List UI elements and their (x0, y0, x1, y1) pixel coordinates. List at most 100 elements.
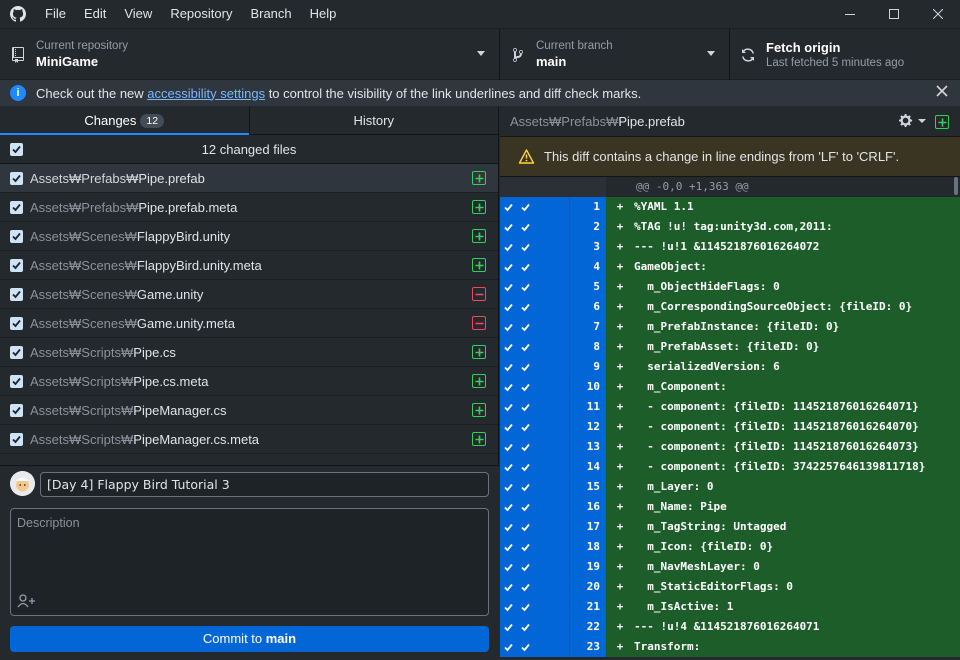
menu-repository[interactable]: Repository (161, 0, 241, 28)
changed-file-row[interactable]: Assets₩Prefabs₩Pipe.prefab (0, 164, 498, 193)
diff-line[interactable]: 9 + serializedVersion: 6 (500, 357, 960, 377)
menu-file[interactable]: File (36, 0, 75, 28)
commit-description-input[interactable]: Description (10, 508, 489, 616)
file-include-checkbox[interactable] (10, 200, 23, 214)
line-include-checkbox[interactable] (516, 257, 569, 277)
diff-line[interactable]: 7 + m_PrefabInstance: {fileID: 0} (500, 317, 960, 337)
line-include-checkbox[interactable] (516, 357, 569, 377)
line-select-toggle[interactable] (500, 217, 516, 237)
line-include-checkbox[interactable] (516, 197, 569, 217)
diff-line[interactable]: 18 + m_Icon: {fileID: 0} (500, 537, 960, 557)
line-include-checkbox[interactable] (516, 517, 569, 537)
minimize-button[interactable] (828, 0, 872, 28)
line-select-toggle[interactable] (500, 237, 516, 257)
commit-summary-input[interactable]: [Day 4] Flappy Bird Tutorial 3 (40, 472, 489, 497)
changed-file-row[interactable]: Assets₩Scripts₩Pipe.cs.meta (0, 367, 498, 396)
file-include-checkbox[interactable] (10, 316, 23, 330)
current-branch-dropdown[interactable]: Current branch main (500, 29, 730, 80)
line-select-toggle[interactable] (500, 357, 516, 377)
line-include-checkbox[interactable] (516, 337, 569, 357)
diff-line[interactable]: 4 + GameObject: (500, 257, 960, 277)
line-include-checkbox[interactable] (516, 397, 569, 417)
tab-history[interactable]: History (248, 107, 499, 134)
line-include-checkbox[interactable] (516, 597, 569, 617)
line-include-checkbox[interactable] (516, 437, 569, 457)
line-select-toggle[interactable] (500, 517, 516, 537)
line-select-toggle[interactable] (500, 197, 516, 217)
diff-line[interactable]: 6 + m_CorrespondingSourceObject: {fileID:… (500, 297, 960, 317)
line-include-checkbox[interactable] (516, 577, 569, 597)
line-select-toggle[interactable] (500, 337, 516, 357)
line-include-checkbox[interactable] (516, 277, 569, 297)
line-include-checkbox[interactable] (516, 217, 569, 237)
line-select-toggle[interactable] (500, 317, 516, 337)
line-select-toggle[interactable] (500, 417, 516, 437)
line-select-toggle[interactable] (500, 297, 516, 317)
diff-line[interactable]: 5 + m_ObjectHideFlags: 0 (500, 277, 960, 297)
line-select-toggle[interactable] (500, 497, 516, 517)
file-include-checkbox[interactable] (10, 403, 23, 417)
diff-line[interactable]: 14 + - component: {fileID: 37422576461398… (500, 457, 960, 477)
file-include-checkbox[interactable] (10, 287, 23, 301)
line-include-checkbox[interactable] (516, 497, 569, 517)
line-select-toggle[interactable] (500, 537, 516, 557)
line-select-toggle[interactable] (500, 397, 516, 417)
changed-file-row[interactable]: Assets₩Scenes₩FlappyBird.unity.meta (0, 251, 498, 280)
line-include-checkbox[interactable] (516, 617, 569, 637)
line-include-checkbox[interactable] (516, 237, 569, 257)
line-select-toggle[interactable] (500, 477, 516, 497)
line-include-checkbox[interactable] (516, 297, 569, 317)
line-include-checkbox[interactable] (516, 457, 569, 477)
line-select-toggle[interactable] (500, 637, 516, 657)
current-repository-dropdown[interactable]: Current repository MiniGame (0, 29, 500, 80)
line-include-checkbox[interactable] (516, 317, 569, 337)
diff-line[interactable]: 19 + m_NavMeshLayer: 0 (500, 557, 960, 577)
tab-changes[interactable]: Changes 12 (0, 107, 249, 135)
select-all-checkbox[interactable] (10, 142, 23, 156)
changed-file-row[interactable]: Assets₩Scenes₩Game.unity (0, 280, 498, 309)
add-coauthor-icon[interactable] (17, 593, 37, 612)
diff-line[interactable]: 15 + m_Layer: 0 (500, 477, 960, 497)
changed-file-row[interactable]: Assets₩Scripts₩PipeManager.cs (0, 396, 498, 425)
diff-line[interactable]: 17 + m_TagString: Untagged (500, 517, 960, 537)
diff-options-button[interactable] (899, 113, 926, 128)
diff-line[interactable]: 2 + %TAG !u! tag:unity3d.com,2011: (500, 217, 960, 237)
menu-edit[interactable]: Edit (75, 0, 115, 28)
diff-line[interactable]: 13 + - component: {fileID: 11452187601626… (500, 437, 960, 457)
diff-line[interactable]: 22 + --- !u!4 &114521876016264071 (500, 617, 960, 637)
diff-line[interactable]: 10 + m_Component: (500, 377, 960, 397)
line-include-checkbox[interactable] (516, 557, 569, 577)
line-select-toggle[interactable] (500, 437, 516, 457)
diff-line[interactable]: 11 + - component: {fileID: 11452187601626… (500, 397, 960, 417)
line-select-toggle[interactable] (500, 257, 516, 277)
line-include-checkbox[interactable] (516, 537, 569, 557)
changed-file-row[interactable]: Assets₩Scripts₩Pipe.cs (0, 338, 498, 367)
file-include-checkbox[interactable] (10, 171, 23, 185)
line-include-checkbox[interactable] (516, 477, 569, 497)
file-include-checkbox[interactable] (10, 229, 23, 243)
line-include-checkbox[interactable] (516, 377, 569, 397)
line-select-toggle[interactable] (500, 377, 516, 397)
line-select-toggle[interactable] (500, 617, 516, 637)
diff-line[interactable]: 1 + %YAML 1.1 (500, 197, 960, 217)
diff-line[interactable]: 21 + m_IsActive: 1 (500, 597, 960, 617)
fetch-origin-button[interactable]: Fetch origin Last fetched 5 minutes ago (730, 29, 960, 80)
menu-view[interactable]: View (115, 0, 161, 28)
line-select-toggle[interactable] (500, 557, 516, 577)
changed-file-row[interactable]: Assets₩Scenes₩FlappyBird.unity (0, 222, 498, 251)
diff-line[interactable]: 23 + Transform: (500, 637, 960, 657)
commit-button[interactable]: Commit to main (10, 626, 489, 652)
diff-line[interactable]: 16 + m_Name: Pipe (500, 497, 960, 517)
diff-line[interactable]: 8 + m_PrefabAsset: {fileID: 0} (500, 337, 960, 357)
line-select-toggle[interactable] (500, 597, 516, 617)
menu-branch[interactable]: Branch (241, 0, 300, 28)
diff-line[interactable]: 12 + - component: {fileID: 11452187601626… (500, 417, 960, 437)
line-include-checkbox[interactable] (516, 637, 569, 657)
diff-line[interactable]: 20 + m_StaticEditorFlags: 0 (500, 577, 960, 597)
file-include-checkbox[interactable] (10, 258, 23, 272)
diff-line[interactable]: 3 + --- !u!1 &114521876016264072 (500, 237, 960, 257)
file-include-checkbox[interactable] (10, 374, 23, 388)
file-include-checkbox[interactable] (10, 345, 23, 359)
diff-scrollbar[interactable] (954, 177, 958, 195)
changed-file-row[interactable]: Assets₩Scripts₩PipeManager.cs.meta (0, 425, 498, 454)
